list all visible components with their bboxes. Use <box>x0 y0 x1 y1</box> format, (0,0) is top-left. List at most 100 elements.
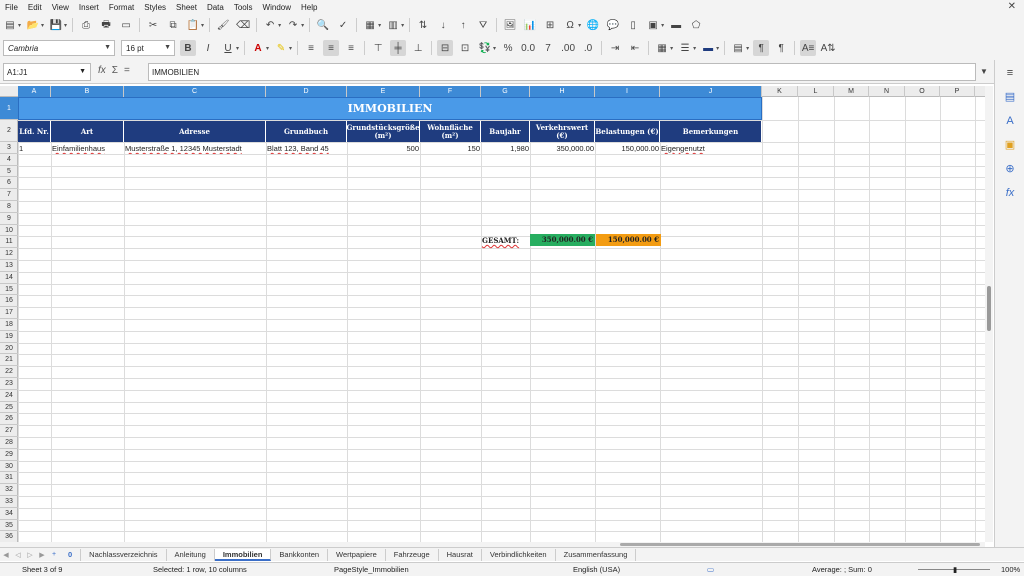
print-preview-icon[interactable]: ▭ <box>118 17 134 33</box>
format-percent-icon[interactable]: % <box>500 40 516 56</box>
column-header-o[interactable]: O <box>905 86 940 97</box>
menu-insert[interactable]: Insert <box>74 3 104 12</box>
header-cell[interactable]: Grundstücksgröße (m²) <box>346 121 420 142</box>
hyperlink-icon[interactable]: 🌐 <box>585 17 601 33</box>
column-header-k[interactable]: K <box>762 86 798 97</box>
row-header-14[interactable]: 14 <box>0 272 18 284</box>
row-header-32[interactable]: 32 <box>0 484 18 496</box>
sort-descending-icon[interactable]: ↑ <box>455 17 471 33</box>
row-header-8[interactable]: 8 <box>0 201 18 213</box>
sheet-tab[interactable]: Wertpapiere <box>328 548 386 561</box>
row-header-19[interactable]: 19 <box>0 331 18 343</box>
column-header-l[interactable]: L <box>798 86 834 97</box>
special-character-icon[interactable]: Ω <box>562 17 578 33</box>
row-header-17[interactable]: 17 <box>0 307 18 319</box>
menu-file[interactable]: File <box>0 3 23 12</box>
insert-image-icon[interactable]: 🖼 <box>502 17 518 33</box>
language[interactable]: English (USA) <box>573 565 620 574</box>
chevron-down-icon[interactable]: ▼ <box>164 44 171 51</box>
data-cell[interactable]: 1 <box>19 143 50 154</box>
menu-edit[interactable]: Edit <box>23 3 47 12</box>
total-burden[interactable]: 150,000.00 € <box>596 234 661 246</box>
column-header-n[interactable]: N <box>869 86 905 97</box>
menu-help[interactable]: Help <box>296 3 322 12</box>
sheet-tab[interactable]: Hausrat <box>439 548 482 561</box>
header-cell[interactable]: Art <box>51 121 124 142</box>
row-header-16[interactable]: 16 <box>0 295 18 308</box>
merge-center-icon[interactable]: ⊟ <box>437 40 454 56</box>
chevron-down-icon[interactable]: ▼ <box>79 68 86 75</box>
row-header-28[interactable]: 28 <box>0 437 18 449</box>
align-bottom-icon[interactable]: ⊥ <box>410 40 426 56</box>
header-cell[interactable]: Lfd. Nr. <box>18 121 51 142</box>
row-header-4[interactable]: 4 <box>0 154 18 166</box>
column-header-b[interactable]: B <box>51 86 124 97</box>
sheet-tab[interactable]: 0 <box>60 548 82 561</box>
row-header-2[interactable]: 2 <box>0 120 18 142</box>
data-cell[interactable]: 150,000.00 <box>596 143 659 154</box>
highlight-color-icon[interactable]: ✎ <box>273 40 289 56</box>
clone-formatting-icon[interactable]: 🖌 <box>215 17 231 33</box>
row-header-11[interactable]: 11 <box>0 236 18 249</box>
row-header-3[interactable]: 3 <box>0 142 18 154</box>
row-header-21[interactable]: 21 <box>0 354 18 367</box>
save-icon[interactable]: 💾 <box>48 17 64 33</box>
find-replace-icon[interactable]: 🔍 <box>315 17 331 33</box>
text-rtl-icon[interactable]: ¶ <box>773 40 789 56</box>
font-name-box[interactable]: Cambria ▼ <box>3 40 115 56</box>
row-header-36[interactable]: 36 <box>0 531 18 542</box>
header-cell[interactable]: Grundbuch <box>266 121 347 142</box>
row-header-23[interactable]: 23 <box>0 378 18 390</box>
sheet-tab[interactable]: Nachlassverzeichnis <box>81 548 167 561</box>
formula-icon[interactable]: = <box>124 65 130 76</box>
name-box[interactable]: A1:J1 ▼ <box>3 63 91 81</box>
row-header-20[interactable]: 20 <box>0 343 18 355</box>
styles-icon[interactable]: A <box>1003 114 1017 128</box>
zoom-slider-handle[interactable]: ▮ <box>953 565 957 574</box>
header-cell[interactable]: Wohnfläche (m²) <box>420 121 481 142</box>
autofilter-icon[interactable]: ⛛ <box>475 17 491 33</box>
selection-mode-icon[interactable]: ▭ <box>707 565 714 574</box>
first-sheet-icon[interactable]: ◀ <box>0 551 12 559</box>
center-vertically-icon[interactable]: ╪ <box>390 40 407 56</box>
row-header-6[interactable]: 6 <box>0 177 18 190</box>
font-size-box[interactable]: 16 pt ▼ <box>121 40 175 56</box>
new-document-icon[interactable]: ▤ <box>2 17 18 33</box>
navigator-icon[interactable]: ⊕ <box>1003 162 1017 176</box>
data-cell[interactable]: 500 <box>348 143 419 154</box>
font-color-icon[interactable]: A <box>250 40 266 56</box>
define-print-area-icon[interactable]: ▣ <box>645 17 661 33</box>
function-wizard-icon[interactable]: fx <box>98 65 106 76</box>
bold-icon[interactable]: B <box>180 40 196 56</box>
vertical-scrollbar[interactable] <box>985 86 993 542</box>
column-header-f[interactable]: F <box>420 86 481 97</box>
zoom-level[interactable]: 100% <box>1001 565 1020 574</box>
italic-icon[interactable]: I <box>200 40 216 56</box>
row-header-5[interactable]: 5 <box>0 166 18 178</box>
pivot-table-icon[interactable]: ⊞ <box>542 17 558 33</box>
row-header-31[interactable]: 31 <box>0 472 18 485</box>
add-sheet-icon[interactable]: + <box>48 551 60 558</box>
properties-icon[interactable]: ▤ <box>1003 90 1017 104</box>
sort-icon[interactable]: ⇅ <box>415 17 431 33</box>
row-header-13[interactable]: 13 <box>0 260 18 272</box>
comment-icon[interactable]: 💬 <box>605 17 621 33</box>
text-horizontal-icon[interactable]: A≡ <box>800 40 817 56</box>
align-center-icon[interactable]: ≡ <box>323 40 340 56</box>
row-header-15[interactable]: 15 <box>0 284 18 296</box>
insert-chart-icon[interactable]: 📊 <box>522 17 538 33</box>
total-market-value[interactable]: 350,000.00 € <box>530 234 595 246</box>
format-currency-icon[interactable]: 💱 <box>477 40 493 56</box>
row-header-33[interactable]: 33 <box>0 496 18 508</box>
menu-styles[interactable]: Styles <box>139 3 171 12</box>
data-cell[interactable]: Musterstraße 1, 12345 Musterstadt <box>125 143 265 154</box>
page-style[interactable]: PageStyle_Immobilien <box>334 565 409 574</box>
show-draw-functions-icon[interactable]: ⬠ <box>688 17 704 33</box>
sheet-tab[interactable]: Bankkonten <box>271 548 329 561</box>
row-header-24[interactable]: 24 <box>0 390 18 402</box>
cut-icon[interactable]: ✂ <box>145 17 161 33</box>
data-cell[interactable]: Eigengenutzt <box>661 143 761 154</box>
data-cell[interactable]: 1,980 <box>482 143 529 154</box>
redo-icon[interactable]: ↷ <box>285 17 301 33</box>
print-icon[interactable]: 🖶 <box>98 17 114 33</box>
